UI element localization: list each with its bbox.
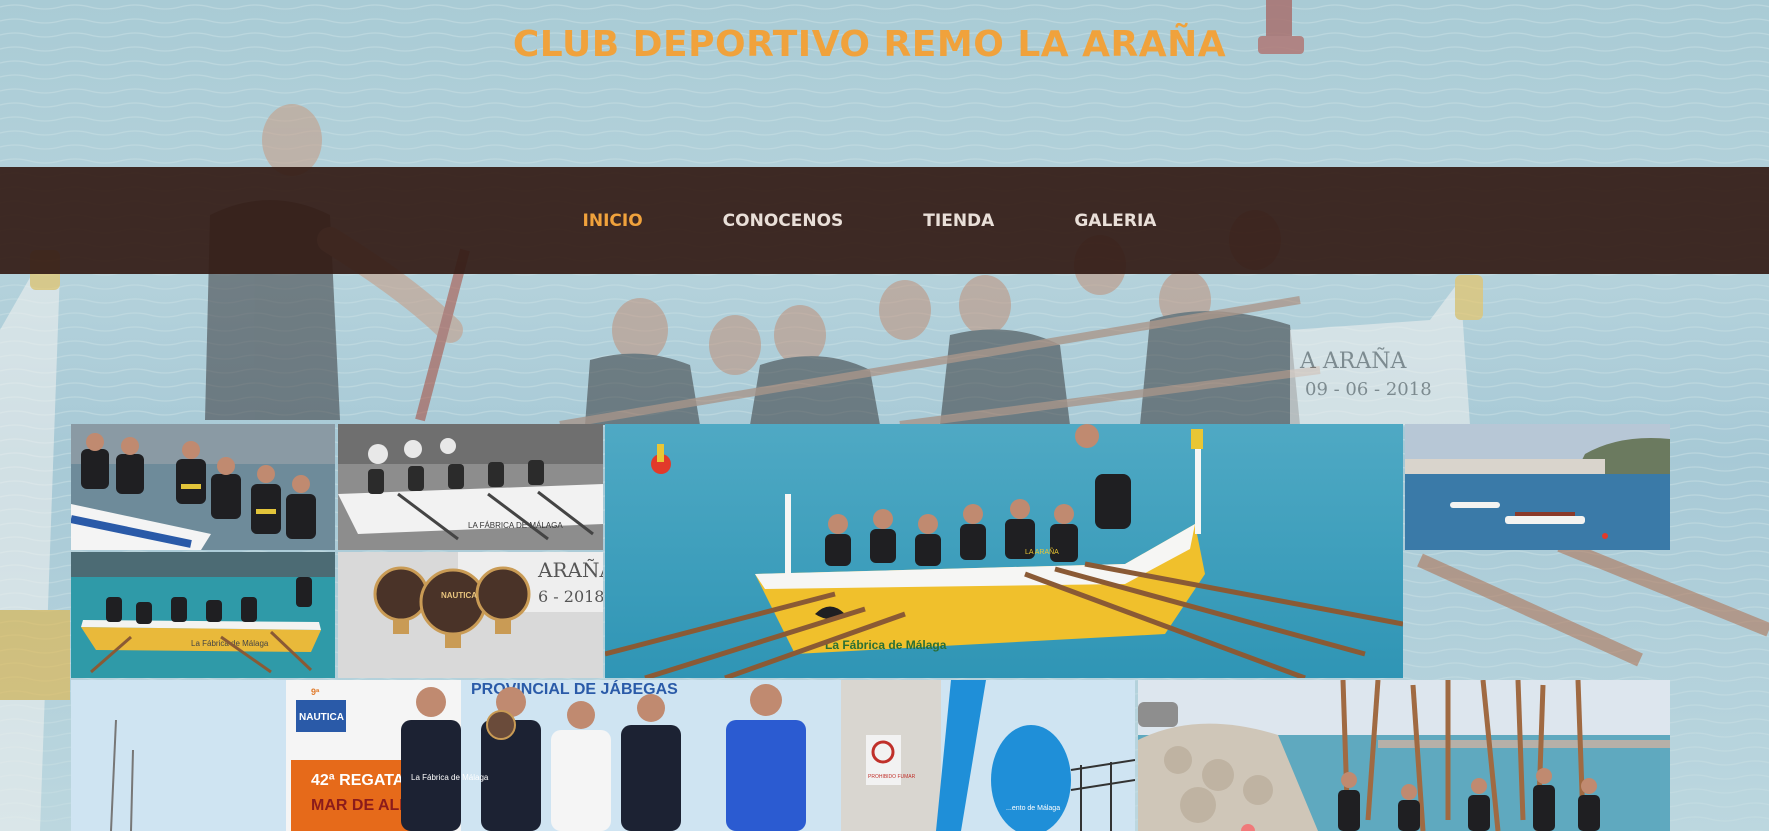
nav-item-tienda[interactable]: TIENDA bbox=[923, 211, 994, 231]
crew-in-yellow-boat-photo[interactable]: La Fábrica de Málaga bbox=[71, 552, 335, 678]
oars-raised-photo[interactable] bbox=[1138, 680, 1670, 831]
bw-rowing-photo[interactable]: LA FÁBRICA DE MÁLAGA bbox=[338, 424, 603, 550]
main-navbar: INICIO CONOCENOS TIENDA GALERIA bbox=[0, 167, 1769, 274]
nav-item-conocenos[interactable]: CONOCENOS bbox=[723, 211, 844, 231]
svg-text:La Fábrica de Málaga: La Fábrica de Málaga bbox=[825, 638, 947, 652]
nav-list: INICIO CONOCENOS TIENDA GALERIA bbox=[0, 167, 1739, 274]
svg-text:PROHIBIDO FUMAR: PROHIBIDO FUMAR bbox=[868, 774, 916, 780]
medals-photo[interactable]: ARAÑA 6 - 2018 NAUTICA bbox=[338, 552, 603, 678]
svg-text:...ento de Málaga: ...ento de Málaga bbox=[1006, 805, 1060, 812]
svg-text:LA ARAÑA: LA ARAÑA bbox=[1025, 547, 1059, 556]
svg-text:6 - 2018: 6 - 2018 bbox=[538, 587, 603, 606]
svg-text:NAUTICA: NAUTICA bbox=[299, 712, 344, 723]
svg-text:LA FÁBRICA DE MÁLAGA: LA FÁBRICA DE MÁLAGA bbox=[468, 521, 563, 530]
svg-text:La Fábrica de Málaga: La Fábrica de Málaga bbox=[411, 773, 489, 782]
podium-photo[interactable]: 9ª NAUTICA 42ª REGATA MAR DE ALBORAN PRO… bbox=[71, 680, 1135, 831]
site-title: CLUB DEPORTIVO REMO LA ARAÑA bbox=[512, 24, 1227, 65]
svg-text:42ª REGATA: 42ª REGATA bbox=[311, 772, 405, 789]
nav-item-galeria[interactable]: GALERIA bbox=[1074, 211, 1156, 231]
svg-text:NAUTICA: NAUTICA bbox=[441, 591, 477, 600]
svg-text:A ARAÑA: A ARAÑA bbox=[1299, 346, 1407, 374]
svg-text:09 - 06 - 2018: 09 - 06 - 2018 bbox=[1305, 379, 1432, 400]
nav-item-inicio[interactable]: INICIO bbox=[583, 211, 643, 231]
svg-text:9ª: 9ª bbox=[311, 687, 320, 697]
crew-portrait-photo[interactable] bbox=[71, 424, 335, 550]
distant-regatta-photo[interactable] bbox=[1405, 424, 1670, 550]
main-rowing-photo[interactable]: La Fábrica de Málaga LA ARAÑA bbox=[605, 424, 1403, 678]
svg-text:ARAÑA: ARAÑA bbox=[537, 558, 603, 582]
